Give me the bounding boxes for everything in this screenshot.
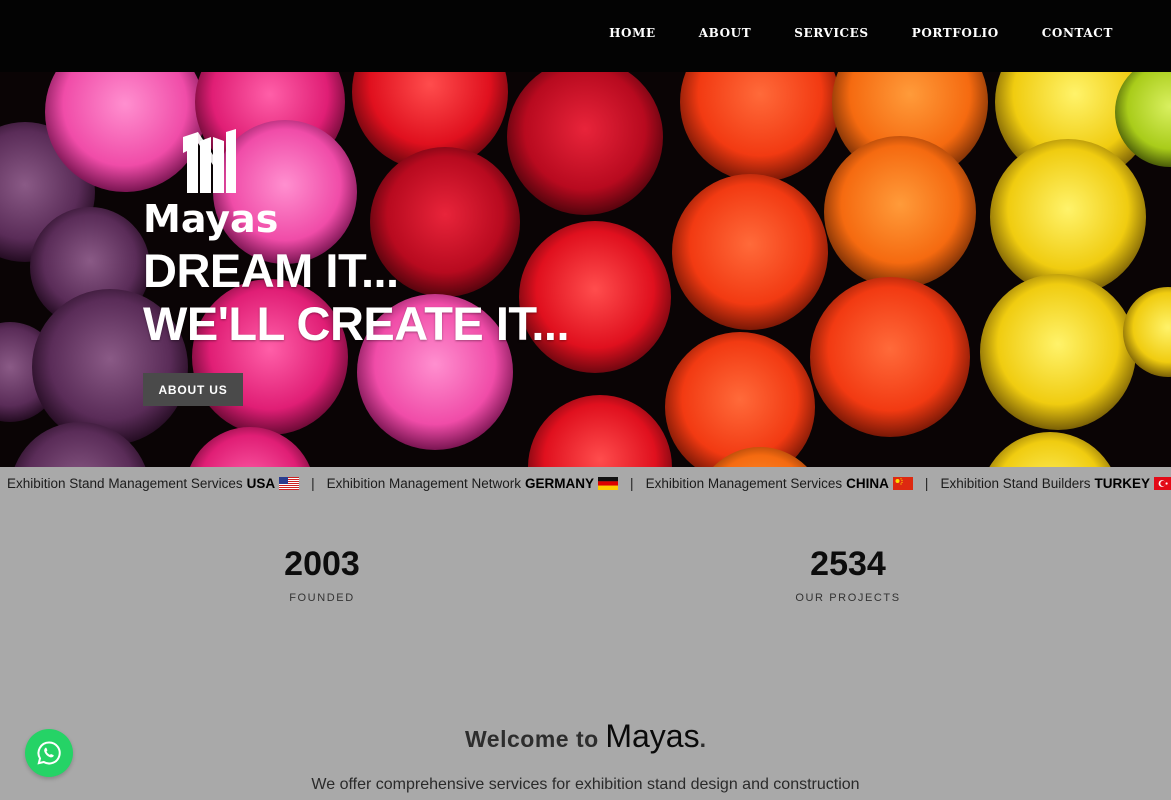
stat-founded: 2003 FOUNDED xyxy=(222,545,422,604)
ticker-item-text: Exhibition Stand Management Services xyxy=(7,475,243,491)
stat-label: FOUNDED xyxy=(289,592,355,604)
ticker-item: Exhibition Management Network GERMANY xyxy=(326,475,619,491)
de-flag-icon xyxy=(598,476,619,490)
stat-label: OUR PROJECTS xyxy=(795,592,901,604)
hero-banner: Mayas DREAM IT... WE'LL CREATE IT... ABO… xyxy=(0,72,1171,467)
ticker-separator: | xyxy=(924,475,929,491)
about-us-button[interactable]: ABOUT US xyxy=(143,373,243,406)
main-menu: HOME ABOUT SERVICES PORTFOLIO CONTACT xyxy=(609,0,1113,66)
services-ticker: Exhibition Stand Management Services USA… xyxy=(0,467,1171,499)
whatsapp-icon xyxy=(37,741,61,765)
nav-contact-link[interactable]: CONTACT xyxy=(1042,26,1113,40)
us-flag-icon xyxy=(279,476,300,490)
ticker-item-country: TURKEY xyxy=(1094,475,1151,491)
hero-headline-line-2: WE'LL CREATE IT... xyxy=(143,297,570,350)
ticker-item: Exhibition Management Services CHINA xyxy=(646,476,913,491)
ticker-item-country: USA xyxy=(246,475,276,491)
nav-portfolio-link[interactable]: PORTFOLIO xyxy=(912,26,999,40)
ticker-item-text: Exhibition Management Services xyxy=(645,475,843,491)
ticker-item: Exhibition Stand Management Services USA xyxy=(7,475,300,491)
nav-about-link[interactable]: ABOUT xyxy=(699,26,752,40)
welcome-suffix: . xyxy=(699,726,706,752)
welcome-prefix: Welcome to xyxy=(465,726,599,752)
nav-services-link[interactable]: SERVICES xyxy=(794,26,868,40)
ticker-item-country: CHINA xyxy=(846,475,889,491)
ticker-item-text: Exhibition Stand Builders xyxy=(940,475,1091,491)
welcome-heading: Welcome to Mayas. xyxy=(0,718,1171,755)
whatsapp-chat-button[interactable] xyxy=(25,729,73,777)
top-navbar: HOME ABOUT SERVICES PORTFOLIO CONTACT xyxy=(0,0,1171,72)
ticker-item-country: GERMANY xyxy=(525,475,595,491)
logo-wordmark: Mayas xyxy=(143,197,279,241)
ticker-item: Exhibition Stand Builders TURKEY xyxy=(940,476,1171,491)
welcome-brand: Mayas xyxy=(605,718,700,754)
ticker-separator: | xyxy=(630,475,634,491)
stat-value: 2534 xyxy=(810,545,886,583)
nav-home-link[interactable]: HOME xyxy=(609,26,656,40)
stat-value: 2003 xyxy=(284,545,360,583)
welcome-subtitle: We offer comprehensive services for exhi… xyxy=(311,776,860,793)
tr-flag-icon xyxy=(1154,476,1171,490)
hero-headline-line-1: DREAM IT... xyxy=(143,244,399,297)
ticker-item-text: Exhibition Management Network xyxy=(326,475,522,491)
stat-projects: 2534 OUR PROJECTS xyxy=(748,545,948,604)
cn-flag-icon xyxy=(892,476,913,490)
ticker-separator: | xyxy=(311,475,315,491)
